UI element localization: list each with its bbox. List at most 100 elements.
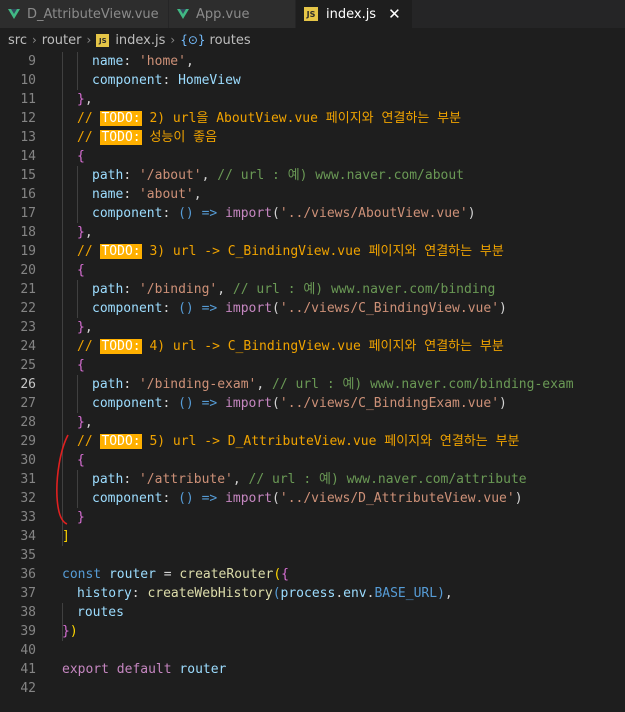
code-token: ) [69,624,78,639]
tab-app-vue[interactable]: App.vue [169,0,295,28]
code-token: => [201,396,218,411]
code-editor[interactable]: 9 name: 'home', 10 component: HomeView 11}, 1… [0,52,625,712]
code-line[interactable]: 40 [0,641,625,660]
line-number: 25 [20,358,36,373]
code-line[interactable]: 27 component: () => import('../views/C_Bi… [0,394,625,413]
code-token: = [155,567,180,582]
line-number: 36 [20,567,36,582]
code-token: : [123,187,139,202]
code-line[interactable]: 35 [0,546,625,565]
code-token: , [217,282,233,297]
code-line[interactable]: 20 { [0,261,625,280]
code-line[interactable]: 28}, [0,413,625,432]
code-line[interactable]: 33} [0,508,625,527]
line-number: 27 [20,396,36,411]
code-text: } [77,508,85,527]
code-line[interactable]: 36 const router = createRouter({ [0,565,625,584]
code-token: } [77,92,85,107]
line-number: 42 [20,681,36,696]
code-token: : [162,396,179,411]
breadcrumb-router[interactable]: router [42,33,82,48]
code-line[interactable]: 16 name: 'about', [0,185,625,204]
code-token: component [92,396,163,411]
code-line[interactable]: 34] [0,527,625,546]
code-line[interactable]: 21 path: '/binding', // url : 예) www.nave… [0,280,625,299]
code-line[interactable]: 18}, [0,223,625,242]
breadcrumb-file[interactable]: index.js [115,33,165,48]
close-icon[interactable]: ✕ [388,5,401,23]
code-token: ) [437,586,445,601]
code-line[interactable]: 39}) [0,622,625,641]
code-line[interactable]: 11}, [0,90,625,109]
line-number: 21 [20,282,36,297]
code-line[interactable]: 19 // TODO: 3) url -> C_BindingView.vue 페… [0,242,625,261]
code-token: path [92,282,124,297]
code-text: // TODO: 5) url -> D_AttributeView.vue 페… [77,432,520,451]
code-token: export [62,662,109,677]
line-number: 35 [20,548,36,563]
code-line[interactable]: 42 [0,679,625,698]
code-line[interactable]: 32 component: () => import('../views/D_At… [0,489,625,508]
line-number: 39 [20,624,36,639]
line-number: 11 [20,92,36,107]
tab-bar: D_AttributeView.vue App.vue JS index.js … [0,0,625,28]
code-line[interactable]: 15 path: '/about', // url : 예) www.naver.… [0,166,625,185]
code-token: // url : 예) www.naver.com/binding-exam [272,377,574,392]
code-line[interactable]: 10 component: HomeView [0,71,625,90]
code-line[interactable]: 29 // TODO: 5) url -> D_AttributeView.vue… [0,432,625,451]
code-line[interactable]: 25 { [0,356,625,375]
code-line[interactable]: 30 { [0,451,625,470]
code-line[interactable]: 12 // TODO: 2) url을 AboutView.vue 페이지와 연결… [0,109,625,128]
code-line[interactable]: 9 name: 'home', [0,52,625,71]
code-token: () [178,491,194,506]
code-token: component [92,301,163,316]
code-line[interactable]: 13 // TODO: 성능이 좋음 [0,128,625,147]
code-line[interactable]: 22 component: () => import('../views/C_Bi… [0,299,625,318]
code-token: 'home' [138,54,186,69]
line-number: 38 [20,605,36,620]
code-token: ( [273,567,282,582]
code-line[interactable]: 41 export default router [0,660,625,679]
code-line[interactable]: 24 // TODO: 4) url -> C_BindingView.vue 페… [0,337,625,356]
breadcrumb-symbol[interactable]: routes [210,33,251,48]
code-token: => [201,491,218,506]
code-token: ) [499,396,507,411]
tab-index-js[interactable]: JS index.js ✕ [296,0,412,28]
code-line[interactable]: 26 path: '/binding-exam', // url : 예) www… [0,375,625,394]
code-token: routes [77,605,124,620]
code-line[interactable]: 17 component: () => import('../views/Abou… [0,204,625,223]
code-token: import [225,206,273,221]
breadcrumb-src[interactable]: src [8,33,27,48]
code-token: component [92,491,163,506]
code-token: { [281,567,289,582]
code-token: import [225,396,273,411]
line-number: 33 [20,510,36,525]
code-token: } [77,415,85,430]
line-number: 22 [20,301,36,316]
code-token: // url : 예) www.naver.com/about [217,168,465,183]
code-text: }, [77,90,93,109]
code-token: '../views/C_BindingExam.vue' [279,396,500,411]
code-token: () [178,396,194,411]
code-token: ( [272,491,280,506]
code-token: default [116,662,172,677]
tab-d-attributeview[interactable]: D_AttributeView.vue [0,0,168,28]
code-token: : [162,491,179,506]
code-token: // url : 예) www.naver.com/attribute [248,472,527,487]
line-number: 37 [20,586,36,601]
code-text: // TODO: 4) url -> C_BindingView.vue 페이지… [77,337,504,356]
code-line[interactable]: 37 history: createWebHistory(process.env.… [0,584,625,603]
line-number: 19 [20,244,36,259]
code-line[interactable]: 14 { [0,147,625,166]
vue-file-icon [8,9,20,19]
line-number: 23 [20,320,36,335]
code-line[interactable]: 23}, [0,318,625,337]
code-token: '/binding' [138,282,218,297]
todo-tag: TODO: [100,244,142,259]
code-line[interactable]: 38 routes [0,603,625,622]
code-line[interactable]: 31 path: '/attribute', // url : 예) www.na… [0,470,625,489]
code-token: '/attribute' [138,472,233,487]
